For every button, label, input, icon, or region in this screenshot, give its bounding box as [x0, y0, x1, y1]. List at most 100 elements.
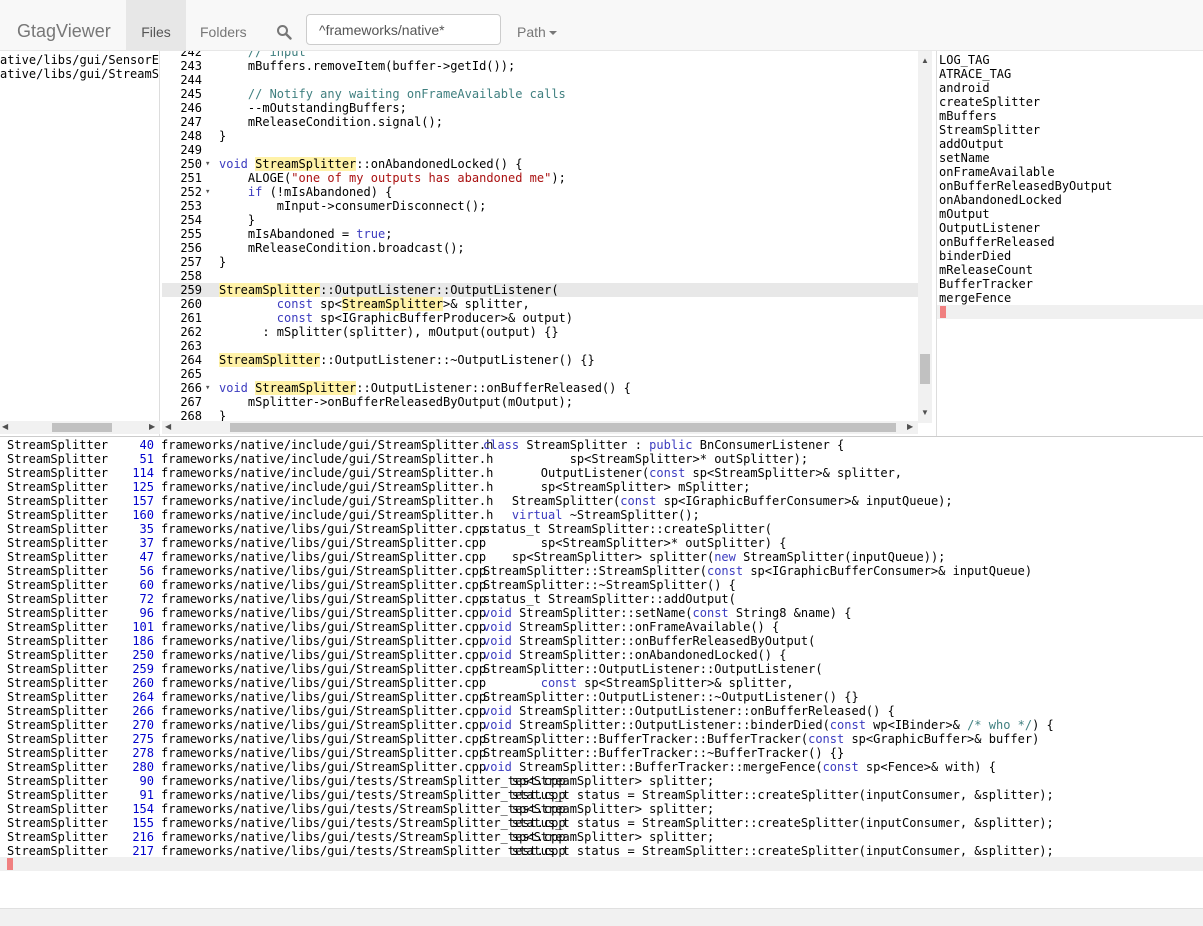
result-row[interactable]: StreamSplitter 275 frameworks/native/libs/… [0, 732, 1203, 746]
result-file-path[interactable]: frameworks/native/libs/gui/StreamSplitte… [161, 746, 486, 760]
result-row[interactable]: StreamSplitter 186 frameworks/native/libs/… [0, 634, 1203, 648]
symbol-item[interactable]: addOutput [939, 137, 1203, 151]
symbol-item[interactable]: mergeFence [939, 291, 1203, 305]
result-row[interactable]: StreamSplitter 259 frameworks/native/libs/… [0, 662, 1203, 676]
code-scroll-left-arrow-icon[interactable]: ◀ [165, 422, 171, 431]
result-file-path[interactable]: frameworks/native/include/gui/StreamSpli… [161, 494, 493, 508]
result-file-path[interactable]: frameworks/native/libs/gui/StreamSplitte… [161, 760, 486, 774]
result-file-path[interactable]: frameworks/native/libs/gui/StreamSplitte… [161, 662, 486, 676]
tab-files[interactable]: Files [126, 0, 186, 51]
result-row[interactable]: StreamSplitter 250 frameworks/native/libs/… [0, 648, 1203, 662]
result-row[interactable]: StreamSplitter 280 frameworks/native/libs/… [0, 760, 1203, 774]
result-row[interactable]: StreamSplitter 260 frameworks/native/libs/… [0, 676, 1203, 690]
result-row[interactable]: StreamSplitter 160 frameworks/native/inclu… [0, 508, 1203, 522]
result-row[interactable]: StreamSplitter 216 frameworks/native/libs/… [0, 830, 1203, 844]
tab-folders[interactable]: Folders [200, 0, 247, 51]
result-row[interactable]: StreamSplitter 217 frameworks/native/libs/… [0, 844, 1203, 858]
file-list-item[interactable]: ative/libs/gui/StreamSp [0, 67, 159, 81]
symbol-item[interactable]: android [939, 81, 1203, 95]
result-code: StreamSplitter::~StreamSplitter() { [483, 578, 736, 592]
result-file-path[interactable]: frameworks/native/libs/gui/StreamSplitte… [161, 676, 486, 690]
fold-toggle-icon[interactable]: ▾ [205, 185, 210, 199]
scroll-left-arrow-icon[interactable]: ◀ [2, 422, 8, 431]
symbol-item[interactable]: binderDied [939, 249, 1203, 263]
fold-toggle-icon[interactable]: ▾ [205, 157, 210, 171]
result-file-path[interactable]: frameworks/native/include/gui/StreamSpli… [161, 466, 493, 480]
symbol-item[interactable]: mReleaseCount [939, 263, 1203, 277]
code-horizontal-scroll-thumb[interactable] [230, 423, 896, 432]
result-row[interactable]: StreamSplitter 60 frameworks/native/libs/g… [0, 578, 1203, 592]
scroll-up-arrow-icon[interactable]: ▲ [921, 56, 929, 65]
scroll-down-arrow-icon[interactable]: ▼ [921, 408, 929, 417]
symbol-item[interactable]: onBufferReleasedByOutput [939, 179, 1203, 193]
result-row[interactable]: StreamSplitter 270 frameworks/native/libs/… [0, 718, 1203, 732]
result-row[interactable]: StreamSplitter 155 frameworks/native/libs/… [0, 816, 1203, 830]
code-vertical-scroll-thumb[interactable] [920, 354, 930, 384]
result-file-path[interactable]: frameworks/native/include/gui/StreamSpli… [161, 480, 493, 494]
fold-toggle-icon[interactable]: ▾ [205, 381, 210, 395]
symbol-item[interactable]: createSplitter [939, 95, 1203, 109]
result-row[interactable]: StreamSplitter 51 frameworks/native/includ… [0, 452, 1203, 466]
result-row[interactable]: StreamSplitter 154 frameworks/native/libs/… [0, 802, 1203, 816]
result-row[interactable]: StreamSplitter 278 frameworks/native/libs/… [0, 746, 1203, 760]
result-row[interactable]: StreamSplitter 125 frameworks/native/inclu… [0, 480, 1203, 494]
result-file-path[interactable]: frameworks/native/libs/gui/StreamSplitte… [161, 592, 486, 606]
result-file-path[interactable]: frameworks/native/libs/gui/StreamSplitte… [161, 634, 486, 648]
result-row[interactable]: StreamSplitter 56 frameworks/native/libs/g… [0, 564, 1203, 578]
result-row[interactable]: StreamSplitter 35 frameworks/native/libs/g… [0, 522, 1203, 536]
result-file-path[interactable]: frameworks/native/libs/gui/StreamSplitte… [161, 718, 486, 732]
result-row[interactable]: StreamSplitter 266 frameworks/native/libs/… [0, 704, 1203, 718]
result-row[interactable]: StreamSplitter 37 frameworks/native/libs/g… [0, 536, 1203, 550]
symbol-item[interactable]: onAbandonedLocked [939, 193, 1203, 207]
result-file-path[interactable]: frameworks/native/libs/gui/StreamSplitte… [161, 536, 486, 550]
result-file-path[interactable]: frameworks/native/libs/gui/StreamSplitte… [161, 578, 486, 592]
result-file-path[interactable]: frameworks/native/include/gui/StreamSpli… [161, 438, 493, 452]
code-viewer[interactable]: 242 // input 243 mBuffers.removeItem(buff… [162, 51, 932, 436]
symbol-item[interactable]: setName [939, 151, 1203, 165]
file-list-item[interactable]: ative/libs/gui/SensorEv [0, 53, 159, 67]
result-file-path[interactable]: frameworks/native/libs/gui/StreamSplitte… [161, 606, 486, 620]
symbol-item[interactable]: OutputListener [939, 221, 1203, 235]
search-icon[interactable] [276, 24, 292, 40]
result-code: void StreamSplitter::onAbandonedLocked()… [483, 648, 787, 662]
result-line-number: 56 [139, 564, 154, 578]
result-row[interactable]: StreamSplitter 40 frameworks/native/includ… [0, 438, 1203, 452]
result-row[interactable]: StreamSplitter 72 frameworks/native/libs/g… [0, 592, 1203, 606]
result-file-path[interactable]: frameworks/native/libs/gui/StreamSplitte… [161, 704, 486, 718]
result-file-path[interactable]: frameworks/native/include/gui/StreamSpli… [161, 452, 493, 466]
app-brand[interactable]: GtagViewer [17, 21, 111, 42]
result-row[interactable]: StreamSplitter 91 frameworks/native/libs/g… [0, 788, 1203, 802]
result-file-path[interactable]: frameworks/native/libs/gui/StreamSplitte… [161, 550, 486, 564]
code-line: 254 } [162, 213, 918, 227]
result-row[interactable]: StreamSplitter 157 frameworks/native/inclu… [0, 494, 1203, 508]
line-number: 254 [180, 213, 202, 227]
symbol-item[interactable]: StreamSplitter [939, 123, 1203, 137]
symbol-item[interactable]: ATRACE_TAG [939, 67, 1203, 81]
result-file-path[interactable]: frameworks/native/libs/gui/StreamSplitte… [161, 648, 486, 662]
symbol-item[interactable]: onFrameAvailable [939, 165, 1203, 179]
result-row[interactable]: StreamSplitter 264 frameworks/native/libs/… [0, 690, 1203, 704]
result-file-path[interactable]: frameworks/native/libs/gui/StreamSplitte… [161, 620, 486, 634]
results-horizontal-scrollbar[interactable] [0, 908, 1203, 926]
result-row[interactable]: StreamSplitter 90 frameworks/native/libs/g… [0, 774, 1203, 788]
result-row[interactable]: StreamSplitter 47 frameworks/native/libs/g… [0, 550, 1203, 564]
symbol-item[interactable]: mOutput [939, 207, 1203, 221]
symbol-item[interactable]: LOG_TAG [939, 53, 1203, 67]
result-file-path[interactable]: frameworks/native/libs/gui/StreamSplitte… [161, 564, 486, 578]
result-file-path[interactable]: frameworks/native/libs/gui/StreamSplitte… [161, 732, 486, 746]
code-scroll-right-arrow-icon[interactable]: ▶ [907, 422, 913, 431]
search-input[interactable] [306, 14, 501, 45]
result-row[interactable]: StreamSplitter 101 frameworks/native/libs/… [0, 620, 1203, 634]
symbol-item[interactable]: BufferTracker [939, 277, 1203, 291]
file-list-scroll-thumb[interactable] [52, 423, 112, 432]
result-row[interactable]: StreamSplitter 114 frameworks/native/inclu… [0, 466, 1203, 480]
result-row[interactable]: StreamSplitter 96 frameworks/native/libs/g… [0, 606, 1203, 620]
path-dropdown[interactable]: Path [517, 0, 557, 51]
symbol-item[interactable]: onBufferReleased [939, 235, 1203, 249]
symbol-item[interactable]: mBuffers [939, 109, 1203, 123]
result-tag: StreamSplitter [7, 494, 109, 508]
result-file-path[interactable]: frameworks/native/include/gui/StreamSpli… [161, 508, 493, 522]
result-file-path[interactable]: frameworks/native/libs/gui/StreamSplitte… [161, 522, 486, 536]
result-file-path[interactable]: frameworks/native/libs/gui/StreamSplitte… [161, 690, 486, 704]
scroll-right-arrow-icon[interactable]: ▶ [149, 422, 155, 431]
